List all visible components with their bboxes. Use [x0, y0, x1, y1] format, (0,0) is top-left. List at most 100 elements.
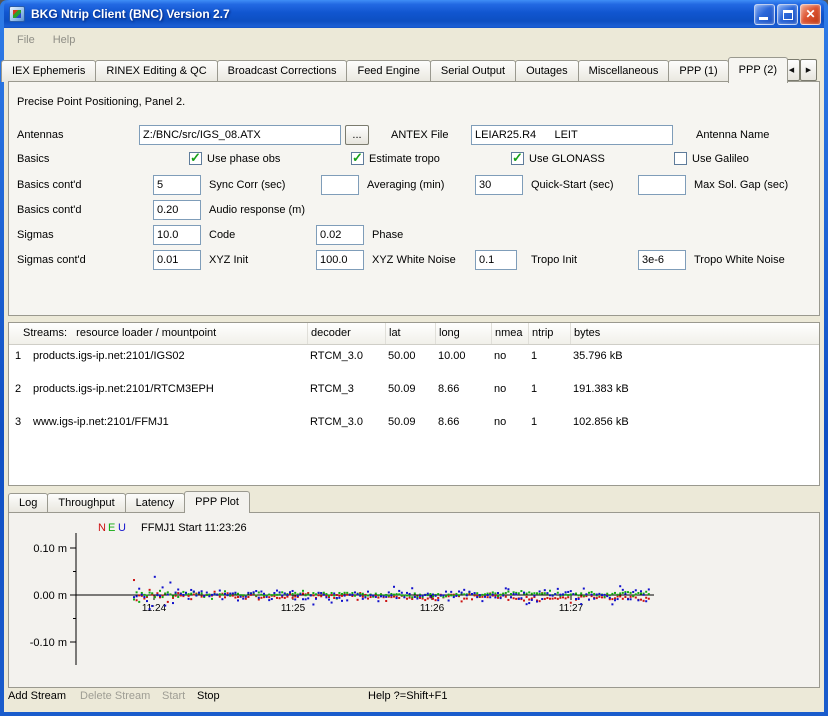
- menubar: File Help: [4, 28, 824, 52]
- col-lat: lat: [385, 323, 435, 344]
- delete-stream-button: Delete Stream: [80, 690, 150, 702]
- tab-bottom-log[interactable]: Log: [8, 493, 48, 512]
- cell-long: 8.66: [435, 411, 491, 444]
- table-row[interactable]: 1 products.igs-ip.net:2101/IGS02 RTCM_3.…: [9, 345, 819, 378]
- start-button: Start: [162, 690, 185, 702]
- stop-button[interactable]: Stop: [197, 690, 220, 702]
- tab-main-outages[interactable]: Outages: [515, 60, 579, 82]
- row-number: 1: [9, 345, 27, 378]
- tropo-init-input[interactable]: [475, 250, 517, 270]
- close-button[interactable]: ✕: [800, 4, 821, 25]
- table-row[interactable]: 3 www.igs-ip.net:2101/FFMJ1 RTCM_3.0 50.…: [9, 411, 819, 444]
- cell-bytes: 35.796 kB: [570, 345, 819, 378]
- table-row[interactable]: 2 products.igs-ip.net:2101/RTCM3EPH RTCM…: [9, 378, 819, 411]
- xyz-white-noise-input[interactable]: [316, 250, 364, 270]
- tropo-white-noise-input[interactable]: [638, 250, 686, 270]
- tropo-white-noise-label: Tropo White Noise: [694, 254, 785, 266]
- row-number: 3: [9, 411, 27, 444]
- antenna-name-label: Antenna Name: [696, 129, 769, 141]
- sigmas-label: Sigmas: [17, 229, 54, 241]
- maximize-button[interactable]: [777, 4, 798, 25]
- app-icon: [9, 6, 25, 22]
- tab-bottom-throughput[interactable]: Throughput: [47, 493, 125, 512]
- cell-ntrip: 1: [528, 345, 570, 378]
- tab-bottom-latency[interactable]: Latency: [125, 493, 186, 512]
- sync-corr-input[interactable]: [153, 175, 201, 195]
- cell-mountpoint: www.igs-ip.net:2101/FFMJ1: [27, 411, 307, 444]
- basics-contd2-label: Basics cont'd: [17, 204, 81, 216]
- cell-decoder: RTCM_3: [307, 378, 385, 411]
- audio-response-label: Audio response (m): [209, 204, 305, 216]
- tab-scroll-right-button[interactable]: ▶: [800, 59, 817, 81]
- use-phase-obs-checkbox[interactable]: ✓: [189, 152, 202, 165]
- averaging-input[interactable]: [321, 175, 359, 195]
- x-tick-label: 11:26: [420, 603, 445, 614]
- use-phase-obs-label: Use phase obs: [207, 153, 280, 165]
- cell-ntrip: 1: [528, 378, 570, 411]
- antennas-input[interactable]: [139, 125, 341, 145]
- sigma-code-input[interactable]: [153, 225, 201, 245]
- maximize-icon: [783, 10, 793, 20]
- tab-main-rinex-editing-qc[interactable]: RINEX Editing & QC: [95, 60, 217, 82]
- menu-help[interactable]: Help: [44, 31, 85, 49]
- y-tick-label: 0.10 m: [33, 543, 67, 555]
- antex-file-input[interactable]: [471, 125, 673, 145]
- cell-lat: 50.09: [385, 411, 435, 444]
- x-tick-label: 11:25: [281, 603, 306, 614]
- use-glonass-label: Use GLONASS: [529, 153, 605, 165]
- tab-main-rinex-ephemeris[interactable]: IEX Ephemeris: [1, 60, 96, 82]
- audio-response-input[interactable]: [153, 200, 201, 220]
- cell-long: 8.66: [435, 378, 491, 411]
- tab-scroll-right-icon: ▶: [806, 67, 811, 74]
- xyz-init-label: XYZ Init: [209, 254, 248, 266]
- y-tick-label: -0.10 m: [30, 637, 67, 649]
- sigmas-contd-label: Sigmas cont'd: [17, 254, 86, 266]
- tab-main-serial-output[interactable]: Serial Output: [430, 60, 516, 82]
- cell-bytes: 191.383 kB: [570, 378, 819, 411]
- sigma-code-label: Code: [209, 229, 235, 241]
- add-stream-button[interactable]: Add Stream: [8, 690, 66, 702]
- minimize-icon: [759, 17, 768, 20]
- col-ntrip: ntrip: [528, 323, 570, 344]
- check-icon: ✓: [512, 150, 523, 166]
- use-galileo-checkbox[interactable]: ✓: [674, 152, 687, 165]
- plot-legend-N: N: [98, 522, 106, 534]
- x-tick-label: 11:27: [559, 603, 584, 614]
- estimate-tropo-label: Estimate tropo: [369, 153, 440, 165]
- streams-table: Streams: resource loader / mountpoint de…: [8, 322, 820, 486]
- cell-nmea: no: [491, 378, 528, 411]
- col-nmea: nmea: [491, 323, 528, 344]
- xyz-init-input[interactable]: [153, 250, 201, 270]
- streams-table-header: Streams: resource loader / mountpoint de…: [9, 323, 819, 345]
- ppp-plot-panel: NEUFFMJ1 Start 11:23:260.10 m0.00 m-0.10…: [8, 512, 820, 688]
- col-decoder: decoder: [307, 323, 385, 344]
- quick-start-input[interactable]: [475, 175, 523, 195]
- tab-main-ppp-2[interactable]: PPP (2): [728, 57, 788, 83]
- antex-file-label: ANTEX File: [391, 129, 448, 141]
- row-number: 2: [9, 378, 27, 411]
- bottom-tabbar: Log Throughput Latency PPP Plot: [8, 491, 249, 512]
- basics-label: Basics: [17, 153, 49, 165]
- max-sol-gap-input[interactable]: [638, 175, 686, 195]
- tab-main-broadcast-corrections[interactable]: Broadcast Corrections: [217, 60, 348, 82]
- menu-file[interactable]: File: [8, 31, 44, 49]
- y-tick-label: 0.00 m: [33, 590, 67, 602]
- tab-main-feed-engine[interactable]: Feed Engine: [346, 60, 430, 82]
- main-tabbar: IEX Ephemeris RINEX Editing & QC Broadca…: [4, 56, 787, 82]
- titlebar: BKG Ntrip Client (BNC) Version 2.7 ✕: [4, 0, 824, 28]
- sigma-phase-input[interactable]: [316, 225, 364, 245]
- averaging-label: Averaging (min): [367, 179, 444, 191]
- tab-main-miscellaneous[interactable]: Miscellaneous: [578, 60, 670, 82]
- plot-legend-E: E: [108, 522, 115, 534]
- estimate-tropo-checkbox[interactable]: ✓: [351, 152, 364, 165]
- check-icon: ✓: [352, 150, 363, 166]
- col-long: long: [435, 323, 491, 344]
- cell-mountpoint: products.igs-ip.net:2101/RTCM3EPH: [27, 378, 307, 411]
- use-glonass-checkbox[interactable]: ✓: [511, 152, 524, 165]
- max-sol-gap-label: Max Sol. Gap (sec): [694, 179, 788, 191]
- tab-main-ppp-1[interactable]: PPP (1): [668, 60, 728, 82]
- minimize-button[interactable]: [754, 4, 775, 25]
- basics-contd-label: Basics cont'd: [17, 179, 81, 191]
- antex-browse-button[interactable]: ...: [345, 125, 369, 145]
- tab-bottom-ppp-plot[interactable]: PPP Plot: [184, 491, 250, 513]
